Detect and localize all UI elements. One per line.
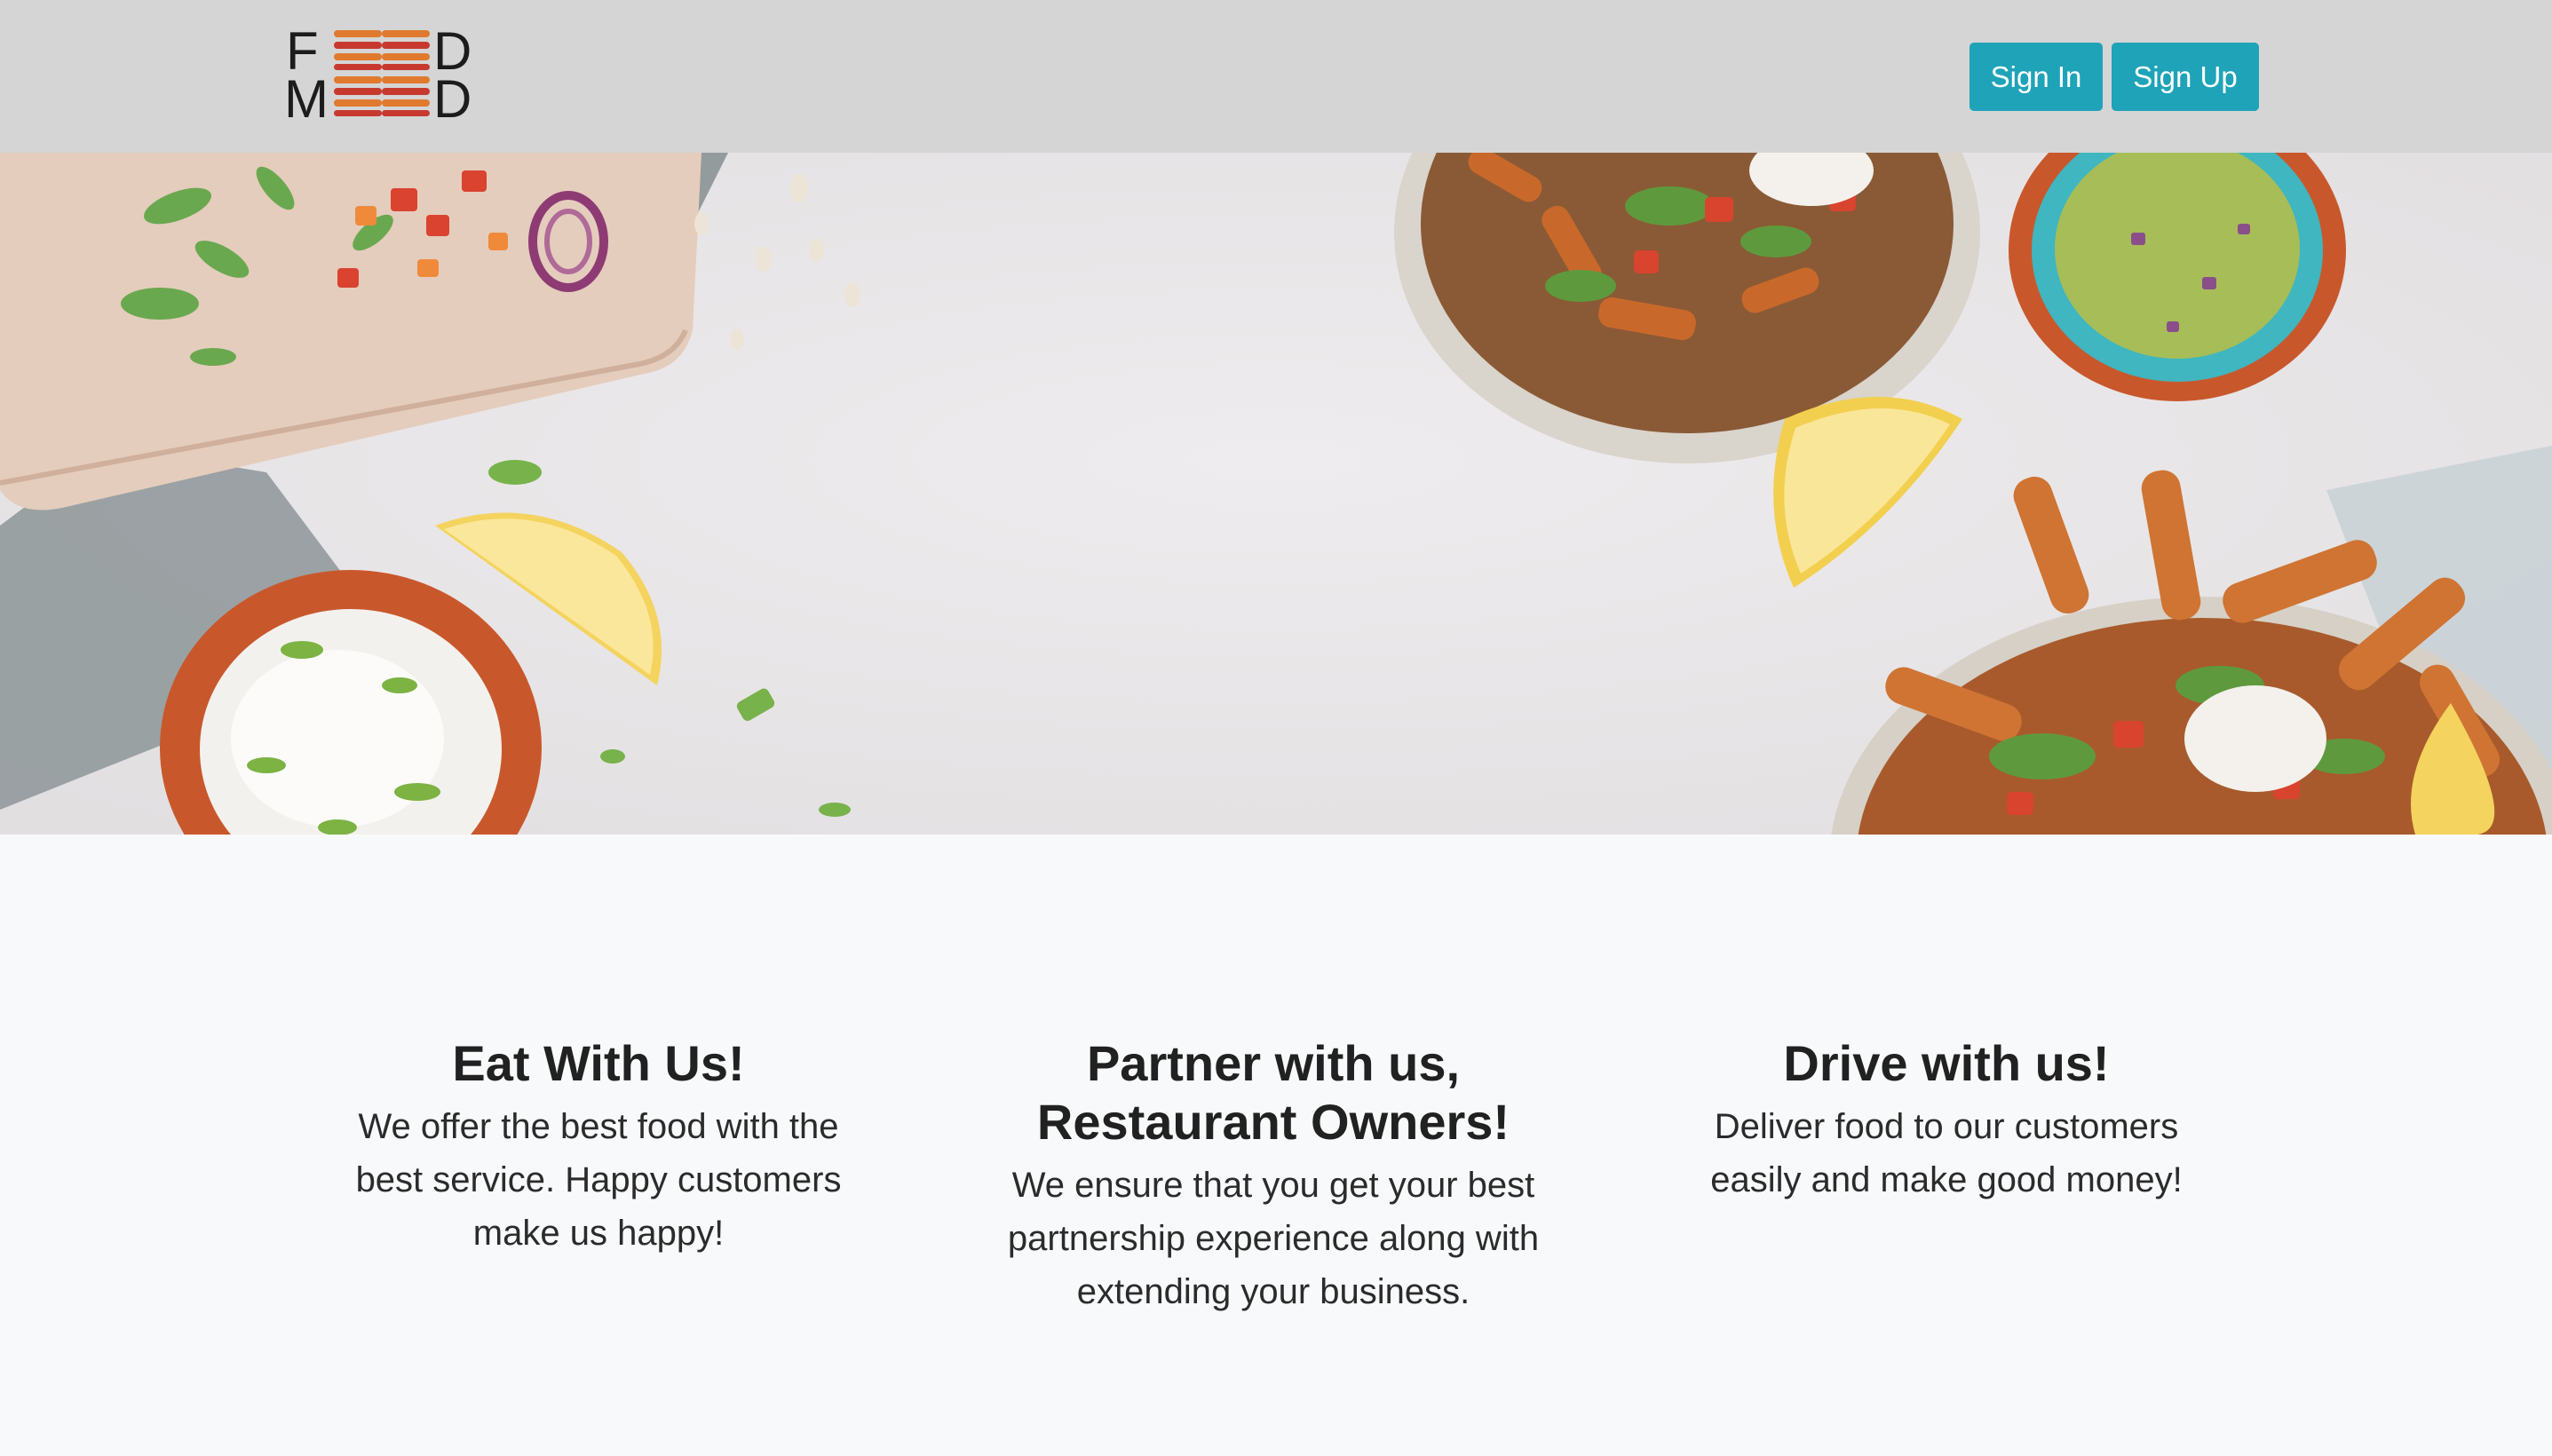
logo-letter-m: M (284, 69, 329, 129)
food-illustration (0, 153, 2552, 835)
feature-title: Eat With Us! (452, 1035, 745, 1091)
feature-text: Deliver food to our customers easily and… (1710, 1107, 2183, 1199)
feature-title: Drive with us! (1783, 1035, 2110, 1091)
logo-letter-d: D (433, 69, 472, 129)
feature-text: We offer the best food with the best ser… (355, 1107, 842, 1253)
feature-drive: Drive with us! Deliver food to our custo… (1662, 1034, 2231, 1207)
feature-partner: Partner with us, Restaurant Owners! We e… (989, 1034, 1557, 1318)
feature-title: Partner with us, Restaurant Owners! (1036, 1035, 1510, 1150)
landing-page: F D M D Sign In Sign Up Eat With Us! We … (0, 0, 2552, 1456)
burger-icon (382, 30, 430, 71)
feature-text: We ensure that you get your best partner… (1007, 1166, 1540, 1311)
burger-icon (334, 30, 382, 71)
sign-in-button[interactable]: Sign In (1969, 43, 2103, 111)
feature-eat: Eat With Us! We offer the best food with… (314, 1034, 883, 1260)
food-mood-logo[interactable]: F D M D (284, 25, 476, 126)
hero-banner-image (0, 153, 2552, 835)
navbar: F D M D Sign In Sign Up (0, 0, 2552, 153)
burger-icon (382, 76, 430, 117)
sign-up-button[interactable]: Sign Up (2112, 43, 2259, 111)
features-section: Eat With Us! We offer the best food with… (0, 835, 2552, 1456)
burger-icon (334, 76, 382, 117)
